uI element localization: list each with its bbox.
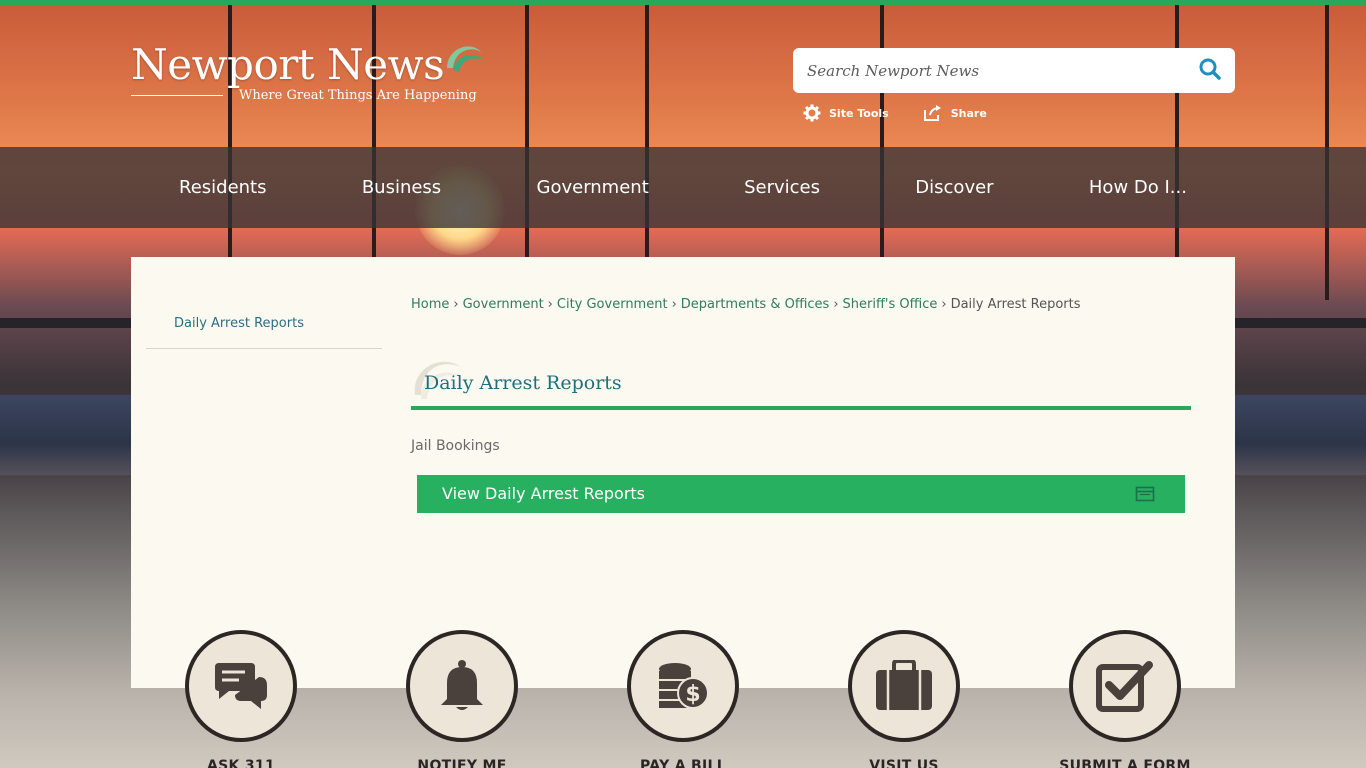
quick-link-notify-me[interactable]: NOTIFY ME — [406, 630, 518, 768]
document-button-label: View Daily Arrest Reports — [442, 484, 646, 503]
quick-link-submit-a-form[interactable]: SUBMIT A FORM — [1059, 630, 1190, 768]
nav-item-services[interactable]: Services — [744, 177, 820, 198]
nav-item-residents[interactable]: Residents — [179, 177, 267, 198]
nav-item-government[interactable]: Government — [537, 177, 649, 198]
header-tools: Site Tools Share — [803, 103, 987, 123]
quick-link-label: PAY A BILL — [640, 758, 726, 768]
quick-link-visit-us[interactable]: VISIT US — [848, 630, 960, 768]
calendar-icon — [1135, 486, 1155, 502]
page-title: Daily Arrest Reports — [424, 372, 622, 394]
swoosh-icon — [447, 46, 483, 72]
breadcrumb-sheriffs-office[interactable]: Sheriff's Office — [843, 297, 938, 312]
main-nav: Residents Business Government Services D… — [0, 147, 1366, 228]
bell-icon — [441, 660, 483, 710]
share-label: Share — [950, 106, 987, 120]
breadcrumb: Home › Government › City Government › Departme… — [411, 297, 1081, 312]
search-button[interactable] — [1197, 57, 1223, 83]
logo-underline — [131, 95, 223, 96]
breadcrumb-departments-offices[interactable]: Departments & Offices — [681, 297, 830, 312]
quick-link-label: NOTIFY ME — [417, 758, 507, 768]
breadcrumb-current: Daily Arrest Reports — [950, 297, 1081, 312]
search-input[interactable] — [807, 58, 1187, 84]
share-icon — [923, 105, 941, 121]
nav-item-discover[interactable]: Discover — [915, 177, 993, 198]
logo-tagline: Where Great Things Are Happening — [239, 88, 477, 103]
nav-item-business[interactable]: Business — [362, 177, 441, 198]
breadcrumb-government[interactable]: Government — [463, 297, 544, 312]
site-logo[interactable]: Newport News Where Great Things Are Happ… — [131, 40, 491, 110]
quick-link-label: VISIT US — [869, 758, 939, 768]
quick-link-ask-311[interactable]: ASK 311 — [185, 630, 297, 768]
site-tools-label: Site Tools — [829, 106, 889, 120]
content-panel: Daily Arrest Reports Home › Government › Cit… — [131, 257, 1235, 688]
view-daily-arrest-reports-button[interactable]: View Daily Arrest Reports — [417, 475, 1185, 513]
sidebar-item-daily-arrest-reports[interactable]: Daily Arrest Reports — [146, 309, 382, 349]
site-tools-button[interactable]: Site Tools — [803, 103, 889, 123]
coins-dollar-icon: $ — [659, 663, 709, 709]
quick-link-label: ASK 311 — [207, 758, 275, 768]
suitcase-icon — [876, 660, 932, 710]
search-box — [793, 48, 1235, 93]
sidebar-item-label: Daily Arrest Reports — [174, 316, 304, 331]
nav-item-how-do-i[interactable]: How Do I... — [1089, 177, 1187, 198]
checkbox-icon — [1096, 661, 1153, 712]
page-title-bar: Daily Arrest Reports — [411, 355, 1191, 410]
search-icon — [1199, 58, 1221, 80]
breadcrumb-city-government[interactable]: City Government — [557, 297, 668, 312]
quick-links: ASK 311 NOTIFY ME $ PAY A BILL VISIT US … — [131, 630, 1235, 768]
quick-link-label: SUBMIT A FORM — [1059, 758, 1191, 768]
quick-link-pay-a-bill[interactable]: $ PAY A BILL — [627, 630, 739, 768]
share-button[interactable]: Share — [923, 103, 987, 123]
svg-text:$: $ — [685, 682, 700, 707]
gear-icon — [803, 104, 821, 122]
logo-title: Newport News — [131, 40, 445, 89]
chat-bubbles-icon — [215, 663, 267, 709]
breadcrumb-home[interactable]: Home — [411, 297, 449, 312]
top-accent-bar — [0, 0, 1366, 5]
section-subheading: Jail Bookings — [411, 438, 500, 454]
